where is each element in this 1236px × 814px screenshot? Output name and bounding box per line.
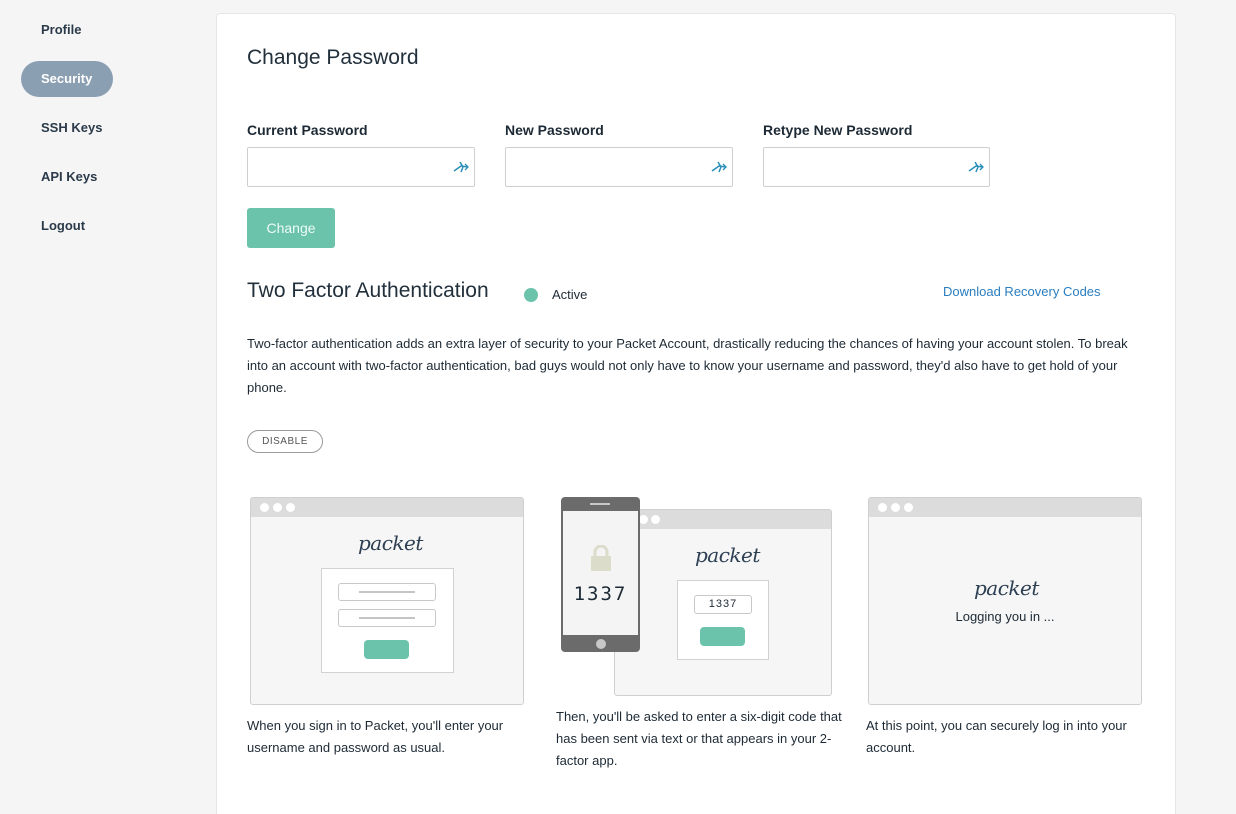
packet-logo: packet — [358, 531, 423, 555]
window-dot-icon — [273, 503, 282, 512]
window-dot-icon — [260, 503, 269, 512]
lock-icon — [591, 545, 611, 571]
browser-bar — [251, 498, 523, 517]
download-recovery-codes-link[interactable]: Download Recovery Codes — [943, 284, 1101, 299]
password-manager-icon[interactable] — [710, 159, 728, 175]
mini-password-field — [338, 609, 436, 627]
current-password-field[interactable] — [247, 147, 475, 187]
retype-password-input[interactable] — [772, 148, 962, 186]
change-password-title: Change Password — [247, 46, 419, 69]
logging-in-text: Logging you in ... — [955, 609, 1055, 624]
new-password-field[interactable] — [505, 147, 733, 187]
status-indicator-icon — [524, 288, 538, 302]
window-dot-icon — [651, 515, 660, 524]
window-dot-icon — [891, 503, 900, 512]
browser-bar — [615, 510, 831, 529]
login-form-illustration — [321, 568, 454, 673]
password-manager-icon[interactable] — [967, 159, 985, 175]
step1-caption: When you sign in to Packet, you'll enter… — [247, 718, 504, 755]
step3-caption: At this point, you can securely log in i… — [866, 718, 1127, 755]
window-dot-icon — [878, 503, 887, 512]
browser-bar — [869, 498, 1141, 517]
security-card: Change Password Current Password New Pas… — [216, 13, 1176, 814]
retype-password-field[interactable] — [763, 147, 990, 187]
new-password-input[interactable] — [514, 148, 704, 186]
mini-verify-button — [700, 627, 745, 646]
step3-illustration: packet Logging you in ... — [868, 497, 1142, 705]
step2-caption: Then, you'll be asked to enter a six-dig… — [556, 709, 842, 768]
phone-code-text: 1337 — [573, 583, 628, 605]
sidebar-item-security[interactable]: Security — [21, 61, 113, 97]
mini-signin-button — [364, 640, 409, 659]
home-button-icon — [596, 639, 606, 649]
phone-screen: 1337 — [563, 511, 638, 635]
code-form-illustration: 1337 — [677, 580, 769, 660]
packet-logo: packet — [695, 543, 760, 567]
mini-code-field: 1337 — [694, 595, 752, 614]
mini-username-field — [338, 583, 436, 601]
packet-logo: packet — [974, 576, 1039, 600]
new-password-label: New Password — [505, 122, 604, 138]
two-factor-status: Active — [552, 287, 588, 302]
phone-illustration: 1337 — [561, 497, 640, 652]
two-factor-title: Two Factor Authentication — [247, 279, 489, 302]
disable-button[interactable]: DISABLE — [247, 430, 323, 453]
step1-illustration: packet — [250, 497, 524, 705]
current-password-label: Current Password — [247, 122, 368, 138]
window-dot-icon — [904, 503, 913, 512]
phone-speaker — [590, 503, 610, 505]
change-button[interactable]: Change — [247, 208, 335, 248]
password-manager-icon[interactable] — [452, 159, 470, 175]
sidebar-item-profile[interactable]: Profile — [21, 12, 101, 48]
retype-password-label: Retype New Password — [763, 122, 913, 138]
window-dot-icon — [639, 515, 648, 524]
step2-illustration: packet 1337 — [614, 509, 832, 696]
window-dot-icon — [286, 503, 295, 512]
sidebar-item-ssh-keys[interactable]: SSH Keys — [21, 110, 122, 146]
sidebar-item-api-keys[interactable]: API Keys — [21, 159, 117, 195]
sidebar-item-logout[interactable]: Logout — [21, 208, 105, 244]
current-password-input[interactable] — [256, 148, 446, 186]
two-factor-description: Two-factor authentication adds an extra … — [247, 336, 1128, 395]
